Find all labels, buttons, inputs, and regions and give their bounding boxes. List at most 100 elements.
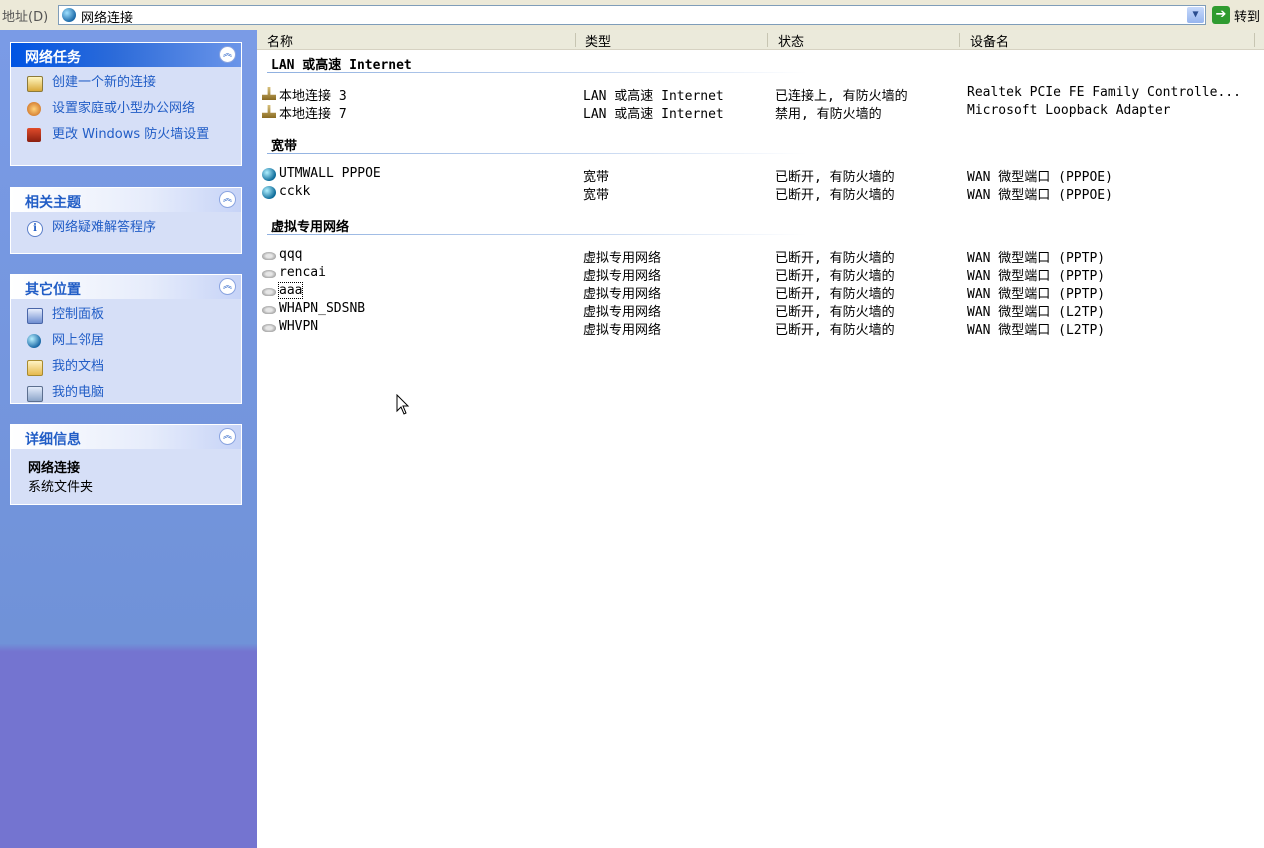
task-label: 我的文档 xyxy=(52,359,105,374)
connection-type: LAN 或高速 Internet xyxy=(583,107,724,122)
connection-name: UTMWALL PPPOE xyxy=(279,166,381,181)
connection-device: WAN 微型端口 (PPPOE) xyxy=(967,188,1113,203)
connection-name: qqq xyxy=(279,247,303,262)
column-device[interactable]: 设备名 xyxy=(970,31,1009,50)
connection-type: 虚拟专用网络 xyxy=(583,269,662,284)
vpn-icon xyxy=(262,288,276,296)
task-label: 网上邻居 xyxy=(52,333,105,348)
vpn-icon xyxy=(262,270,276,278)
column-divider[interactable] xyxy=(575,33,576,47)
connection-type: 虚拟专用网络 xyxy=(583,287,662,302)
task-label: 我的电脑 xyxy=(52,385,105,400)
firewall-settings-link[interactable]: 更改 Windows 防火墙设置 xyxy=(25,127,229,148)
table-row[interactable]: 本地连接 7 LAN 或高速 Internet 禁用, 有防火墙的 Micros… xyxy=(257,103,1264,122)
connection-device: WAN 微型端口 (PPTP) xyxy=(967,251,1106,266)
column-name[interactable]: 名称 xyxy=(267,31,293,50)
table-row[interactable]: WHAPN_SDSNB 虚拟专用网络 已断开, 有防火墙的 WAN 微型端口 (… xyxy=(257,301,1264,320)
connection-status: 已断开, 有防火墙的 xyxy=(775,305,895,320)
my-computer-link[interactable]: 我的电脑 xyxy=(25,385,229,406)
connection-name: WHVPN xyxy=(279,319,319,334)
group-header-vpn: 虚拟专用网络 xyxy=(271,220,350,235)
column-divider[interactable] xyxy=(767,33,768,47)
connection-name: rencai xyxy=(279,265,326,280)
network-places-icon xyxy=(27,334,41,348)
connection-type: 宽带 xyxy=(583,188,610,203)
related-topics-title: 相关主题 xyxy=(25,195,81,211)
connection-device: Realtek PCIe FE Family Controlle... xyxy=(967,85,1241,100)
control-panel-link[interactable]: 控制面板 xyxy=(25,307,229,328)
lan-icon xyxy=(262,87,276,100)
related-topics-panel: 相关主题 ︽ i 网络疑难解答程序 xyxy=(10,187,242,254)
task-pane: 网络任务 ︽ 创建一个新的连接 设置家庭或小型办公网络 更改 Windows 防… xyxy=(0,30,257,848)
network-tasks-header[interactable]: 网络任务 ︽ xyxy=(11,43,241,67)
connection-device: WAN 微型端口 (L2TP) xyxy=(967,323,1106,338)
vpn-icon xyxy=(262,306,276,314)
details-type: 系统文件夹 xyxy=(28,480,94,495)
column-divider[interactable] xyxy=(1254,33,1255,47)
table-row[interactable]: UTMWALL PPPOE 宽带 已断开, 有防火墙的 WAN 微型端口 (PP… xyxy=(257,166,1264,185)
home-network-link[interactable]: 设置家庭或小型办公网络 xyxy=(25,101,229,122)
vpn-icon xyxy=(262,324,276,332)
column-divider[interactable] xyxy=(959,33,960,47)
table-row[interactable]: 本地连接 3 LAN 或高速 Internet 已连接上, 有防火墙的 Real… xyxy=(257,85,1264,104)
task-label: 更改 Windows 防火墙设置 xyxy=(52,127,210,142)
vpn-icon xyxy=(262,252,276,260)
details-panel: 详细信息 ︽ 网络连接 系统文件夹 xyxy=(10,424,242,505)
go-label: 转到 xyxy=(1234,10,1261,25)
related-topics-header[interactable]: 相关主题 ︽ xyxy=(11,188,241,212)
collapse-icon[interactable]: ︽ xyxy=(219,46,236,63)
column-header: 名称 类型 状态 设备名 xyxy=(257,30,1264,50)
go-arrow-icon: ➔ xyxy=(1212,6,1230,24)
collapse-icon[interactable]: ︽ xyxy=(219,278,236,295)
other-places-panel: 其它位置 ︽ 控制面板 网上邻居 我的文档 我的电脑 xyxy=(10,274,242,404)
address-bar: 地址(D) 网络连接 ▼ ➔ 转到 xyxy=(0,0,1264,31)
broadband-icon xyxy=(262,186,276,199)
details-header[interactable]: 详细信息 ︽ xyxy=(11,425,241,449)
table-row[interactable]: cckk 宽带 已断开, 有防火墙的 WAN 微型端口 (PPPOE) xyxy=(257,184,1264,203)
connection-status: 已断开, 有防火墙的 xyxy=(775,269,895,284)
column-type[interactable]: 类型 xyxy=(585,31,611,50)
collapse-icon[interactable]: ︽ xyxy=(219,428,236,445)
address-input[interactable]: 网络连接 ▼ xyxy=(58,5,1206,26)
collapse-icon[interactable]: ︽ xyxy=(219,191,236,208)
info-icon: i xyxy=(27,221,43,237)
connection-name: aaa xyxy=(277,282,304,299)
column-status[interactable]: 状态 xyxy=(778,31,804,50)
connection-device: WAN 微型端口 (PPTP) xyxy=(967,287,1106,302)
control-panel-icon xyxy=(27,308,43,324)
table-row[interactable]: WHVPN 虚拟专用网络 已断开, 有防火墙的 WAN 微型端口 (L2TP) xyxy=(257,319,1264,338)
create-connection-link[interactable]: 创建一个新的连接 xyxy=(25,75,229,96)
connection-status: 已断开, 有防火墙的 xyxy=(775,251,895,266)
connection-name: cckk xyxy=(279,184,311,199)
connection-type: 虚拟专用网络 xyxy=(583,251,662,266)
lan-icon xyxy=(262,105,276,118)
table-row[interactable]: rencai 虚拟专用网络 已断开, 有防火墙的 WAN 微型端口 (PPTP) xyxy=(257,265,1264,284)
connection-device: Microsoft Loopback Adapter xyxy=(967,103,1171,118)
troubleshooter-link[interactable]: i 网络疑难解答程序 xyxy=(25,220,229,241)
table-row[interactable]: aaa 虚拟专用网络 已断开, 有防火墙的 WAN 微型端口 (PPTP) xyxy=(257,282,1264,302)
connection-name: WHAPN_SDSNB xyxy=(279,301,366,316)
task-label: 创建一个新的连接 xyxy=(52,75,157,90)
connection-name: 本地连接 3 xyxy=(279,89,347,104)
connection-status: 已断开, 有防火墙的 xyxy=(775,287,895,302)
my-documents-link[interactable]: 我的文档 xyxy=(25,359,229,380)
connection-status: 已断开, 有防火墙的 xyxy=(775,188,895,203)
connection-type: 虚拟专用网络 xyxy=(583,305,662,320)
my-computer-icon xyxy=(27,386,43,402)
my-documents-icon xyxy=(27,360,43,376)
other-places-title: 其它位置 xyxy=(25,282,81,298)
details-title: 详细信息 xyxy=(25,432,81,448)
connections-list: 名称 类型 状态 设备名 LAN 或高速 Internet 本地连接 3 LAN… xyxy=(257,30,1264,848)
other-places-header[interactable]: 其它位置 ︽ xyxy=(11,275,241,299)
connection-status: 已断开, 有防火墙的 xyxy=(775,170,895,185)
group-divider xyxy=(267,72,807,73)
connection-type: 宽带 xyxy=(583,170,610,185)
table-row[interactable]: qqq 虚拟专用网络 已断开, 有防火墙的 WAN 微型端口 (PPTP) xyxy=(257,247,1264,266)
task-label: 设置家庭或小型办公网络 xyxy=(52,101,196,116)
network-connections-icon xyxy=(62,8,76,22)
connection-status: 已断开, 有防火墙的 xyxy=(775,323,895,338)
group-header-lan: LAN 或高速 Internet xyxy=(271,58,412,73)
network-places-link[interactable]: 网上邻居 xyxy=(25,333,229,354)
chevron-down-icon[interactable]: ▼ xyxy=(1187,7,1204,23)
details-name: 网络连接 xyxy=(28,461,81,476)
